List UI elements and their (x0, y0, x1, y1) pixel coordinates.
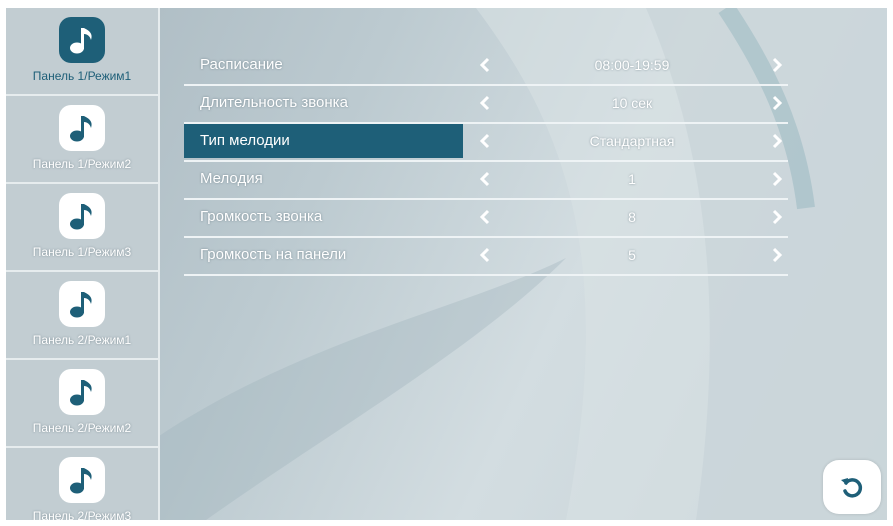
sidebar-item-label: Панель 2/Режим2 (32, 421, 132, 435)
sidebar: Панель 1/Режим1 Панель 1/Режим2 Панель 1… (6, 8, 160, 520)
chevron-right-icon[interactable] (770, 95, 784, 111)
chevron-right-icon[interactable] (770, 209, 784, 225)
setting-label: Расписание (200, 56, 283, 73)
tile (59, 193, 105, 239)
chevron-left-icon[interactable] (478, 133, 492, 149)
tile (59, 281, 105, 327)
music-note-icon (70, 468, 92, 494)
setting-row-ring-duration[interactable]: Длительность звонка 10 сек (184, 86, 788, 124)
sidebar-item-panel2-mode1[interactable]: Панель 2/Режим1 (6, 272, 158, 360)
settings-screen: Панель 1/Режим1 Панель 1/Режим2 Панель 1… (6, 8, 887, 520)
music-note-icon (70, 292, 92, 318)
tile (59, 105, 105, 151)
back-button[interactable] (823, 460, 881, 514)
sidebar-item-panel2-mode2[interactable]: Панель 2/Режим2 (6, 360, 158, 448)
chevron-left-icon[interactable] (478, 247, 492, 263)
sidebar-item-label: Панель 1/Режим2 (32, 157, 132, 171)
music-note-icon (70, 380, 92, 406)
setting-row-melody-type[interactable]: Тип мелодии Стандартная (184, 124, 788, 162)
sidebar-item-panel1-mode2[interactable]: Панель 1/Режим2 (6, 96, 158, 184)
chevron-left-icon[interactable] (478, 95, 492, 111)
chevron-left-icon[interactable] (478, 57, 492, 73)
tile (59, 17, 105, 63)
chevron-right-icon[interactable] (770, 133, 784, 149)
setting-label: Длительность звонка (200, 94, 348, 111)
setting-value: 8 (628, 209, 636, 225)
chevron-left-icon[interactable] (478, 209, 492, 225)
sidebar-item-label: Панель 2/Режим3 (32, 509, 132, 520)
sidebar-item-label: Панель 1/Режим3 (32, 245, 132, 259)
chevron-right-icon[interactable] (770, 57, 784, 73)
sidebar-item-panel1-mode1[interactable]: Панель 1/Режим1 (6, 8, 158, 96)
music-note-icon (70, 116, 92, 142)
setting-value: 10 сек (611, 95, 653, 111)
setting-value: 08:00-19:59 (594, 57, 670, 73)
setting-value: 5 (628, 247, 636, 263)
setting-label: Громкость на панели (200, 246, 347, 263)
tile (59, 369, 105, 415)
chevron-left-icon[interactable] (478, 171, 492, 187)
setting-label: Громкость звонка (200, 208, 323, 225)
sidebar-item-panel1-mode3[interactable]: Панель 1/Режим3 (6, 184, 158, 272)
setting-row-schedule[interactable]: Расписание 08:00-19:59 (184, 48, 788, 86)
setting-row-ring-volume[interactable]: Громкость звонка 8 (184, 200, 788, 238)
back-arrow-icon (841, 478, 863, 498)
music-note-icon (70, 28, 92, 54)
setting-row-panel-volume[interactable]: Громкость на панели 5 (184, 238, 788, 276)
chevron-right-icon[interactable] (770, 171, 784, 187)
music-note-icon (70, 204, 92, 230)
sidebar-item-label: Панель 2/Режим1 (32, 333, 132, 347)
setting-label: Мелодия (200, 170, 263, 187)
sidebar-item-panel2-mode3[interactable]: Панель 2/Режим3 (6, 448, 158, 520)
setting-value: 1 (628, 171, 636, 187)
sidebar-item-label: Панель 1/Режим1 (32, 69, 132, 83)
setting-label: Тип мелодии (184, 124, 463, 158)
chevron-right-icon[interactable] (770, 247, 784, 263)
tile (59, 457, 105, 503)
setting-row-melody[interactable]: Мелодия 1 (184, 162, 788, 200)
setting-value: Стандартная (589, 133, 675, 149)
